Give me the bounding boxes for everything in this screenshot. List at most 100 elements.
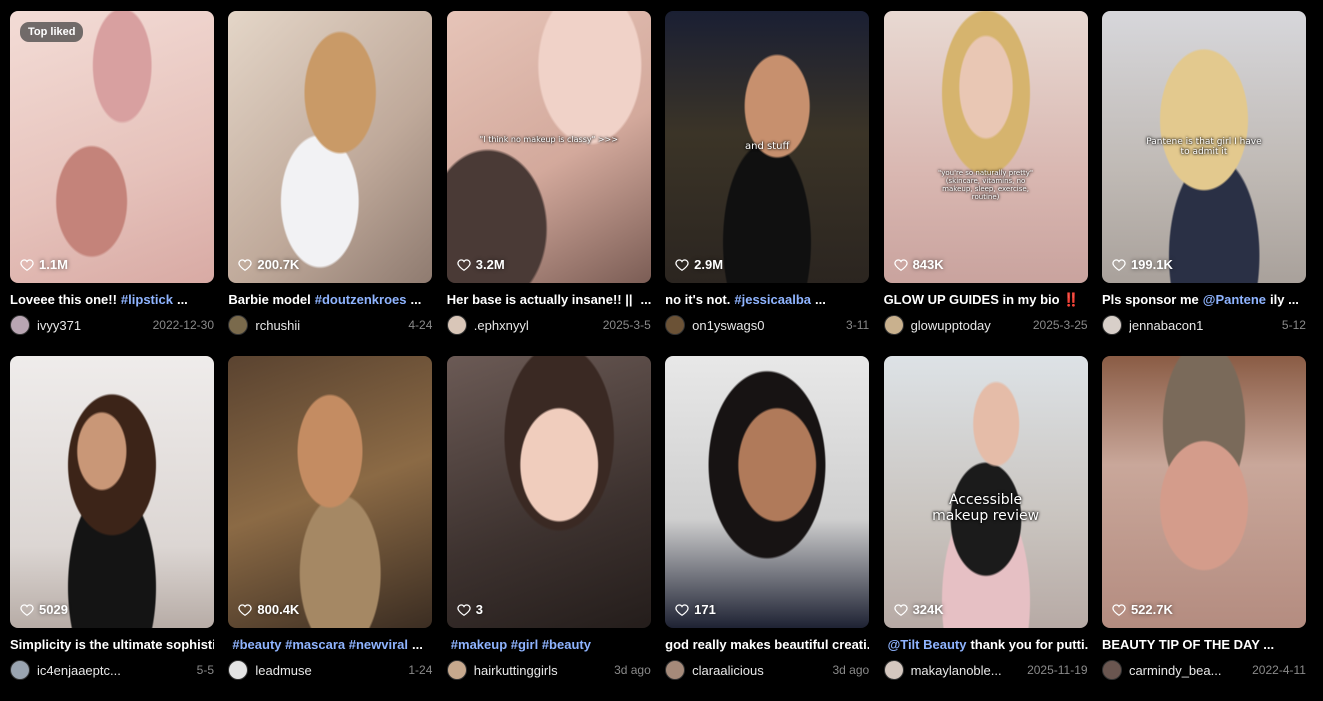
heart-icon <box>675 258 689 272</box>
post-date: 5-12 <box>1282 318 1306 332</box>
video-overlay-text: "I think no makeup is classy" >>> <box>457 135 641 144</box>
video-thumbnail[interactable]: 800.4K <box>228 356 432 628</box>
caption-suffix: ... <box>815 291 826 308</box>
like-count-value: 199.1K <box>1131 257 1173 272</box>
avatar[interactable] <box>665 315 685 335</box>
username[interactable]: carmindy_bea... <box>1129 663 1246 678</box>
like-count-value: 2.9M <box>694 257 723 272</box>
video-caption[interactable]: Simplicity is the ultimate sophisti... <box>10 636 214 653</box>
avatar[interactable] <box>228 660 248 680</box>
like-count: 1.1M <box>20 257 68 272</box>
username[interactable]: glowupptoday <box>911 318 1027 333</box>
video-card[interactable]: Top liked 1.1M Loveee this one!!#lipstic… <box>10 11 214 356</box>
caption-hashtag[interactable]: #doutzenkroes <box>315 291 407 308</box>
caption-suffix: ... <box>412 636 423 653</box>
video-card[interactable]: 5029 Simplicity is the ultimate sophisti… <box>10 356 214 701</box>
video-overlay-text: "you're so naturally pretty" (skincare, … <box>894 169 1078 201</box>
video-caption[interactable]: #beauty #mascara #newviral... <box>228 636 432 653</box>
username[interactable]: on1yswags0 <box>692 318 840 333</box>
like-count: 5029 <box>20 602 68 617</box>
avatar[interactable] <box>447 660 467 680</box>
avatar[interactable] <box>10 660 30 680</box>
video-overlay-text: and stuff <box>675 141 859 152</box>
caption-hashtag[interactable]: @Pantene <box>1203 291 1266 308</box>
username[interactable]: hairkuttinggirls <box>474 663 608 678</box>
avatar[interactable] <box>1102 315 1122 335</box>
heart-icon <box>675 603 689 617</box>
video-thumbnail[interactable]: 3 <box>447 356 651 628</box>
video-card[interactable]: and stuff 2.9M no it's not.#jessicaalba.… <box>665 11 869 356</box>
avatar[interactable] <box>10 315 30 335</box>
video-thumbnail[interactable]: and stuff 2.9M <box>665 11 869 283</box>
video-thumbnail[interactable]: 522.7K <box>1102 356 1306 628</box>
video-caption[interactable]: GLOW UP GUIDES in my bio ‼️... <box>884 291 1088 308</box>
avatar[interactable] <box>1102 660 1122 680</box>
caption-suffix: ... <box>641 291 651 308</box>
caption-text: no it's not. <box>665 291 730 308</box>
username[interactable]: claraalicious <box>692 663 826 678</box>
video-card[interactable]: Accessible makeup review 324K @Tilt Beau… <box>884 356 1088 701</box>
video-card[interactable]: 800.4K #beauty #mascara #newviral... lea… <box>228 356 432 701</box>
video-overlay-text: Pantene is that girl I have to admit it <box>1112 137 1296 157</box>
caption-hashtag[interactable]: #makeup #girl #beauty <box>451 636 591 653</box>
video-card[interactable]: Pantene is that girl I have to admit it … <box>1102 11 1306 356</box>
caption-text: Her base is actually insane!! || <box>447 291 633 308</box>
username[interactable]: ivyy371 <box>37 318 147 333</box>
video-thumbnail[interactable]: 171 <box>665 356 869 628</box>
video-thumbnail[interactable]: 200.7K <box>228 11 432 283</box>
like-count: 324K <box>894 602 944 617</box>
like-count-value: 171 <box>694 602 716 617</box>
video-caption[interactable]: Pls sponsor me@Panteneily ... <box>1102 291 1306 308</box>
post-date: 3d ago <box>832 663 869 677</box>
video-card[interactable]: 200.7K Barbie model#doutzenkroes... rchu… <box>228 11 432 356</box>
like-count-value: 1.1M <box>39 257 68 272</box>
caption-text: Loveee this one!! <box>10 291 117 308</box>
username[interactable]: ic4enjaaeptc... <box>37 663 191 678</box>
username[interactable]: rchushii <box>255 318 402 333</box>
video-caption[interactable]: Her base is actually insane!! ||... <box>447 291 651 308</box>
video-thumbnail[interactable]: Top liked 1.1M <box>10 11 214 283</box>
avatar[interactable] <box>884 660 904 680</box>
avatar[interactable] <box>884 315 904 335</box>
like-count-value: 200.7K <box>257 257 299 272</box>
video-card[interactable]: "I think no makeup is classy" >>> 3.2M H… <box>447 11 651 356</box>
like-count-value: 3.2M <box>476 257 505 272</box>
video-thumbnail[interactable]: Pantene is that girl I have to admit it … <box>1102 11 1306 283</box>
like-count-value: 5029 <box>39 602 68 617</box>
video-card[interactable]: 522.7K BEAUTY TIP OF THE DAY ... carmind… <box>1102 356 1306 701</box>
video-caption[interactable]: no it's not.#jessicaalba... <box>665 291 869 308</box>
avatar[interactable] <box>447 315 467 335</box>
caption-hashtag[interactable]: #lipstick <box>121 291 173 308</box>
video-thumbnail[interactable]: "I think no makeup is classy" >>> 3.2M <box>447 11 651 283</box>
video-card[interactable]: "you're so naturally pretty" (skincare, … <box>884 11 1088 356</box>
video-card[interactable]: 3 #makeup #girl #beauty hairkuttinggirls… <box>447 356 651 701</box>
like-count: 199.1K <box>1112 257 1173 272</box>
heart-icon <box>20 603 34 617</box>
video-thumbnail[interactable]: Accessible makeup review 324K <box>884 356 1088 628</box>
username[interactable]: leadmuse <box>255 663 402 678</box>
username[interactable]: .ephxnyyl <box>474 318 597 333</box>
video-caption[interactable]: BEAUTY TIP OF THE DAY ... <box>1102 636 1306 653</box>
avatar[interactable] <box>228 315 248 335</box>
video-caption[interactable]: Barbie model#doutzenkroes... <box>228 291 432 308</box>
caption-hashtag[interactable]: #jessicaalba <box>734 291 811 308</box>
heart-icon <box>894 603 908 617</box>
like-count: 3 <box>457 602 483 617</box>
username[interactable]: makaylanoble... <box>911 663 1022 678</box>
video-caption[interactable]: Loveee this one!!#lipstick... <box>10 291 214 308</box>
caption-hashtag[interactable]: #beauty #mascara #newviral <box>232 636 408 653</box>
video-caption[interactable]: @Tilt Beautythank you for putti... <box>884 636 1088 653</box>
avatar[interactable] <box>665 660 685 680</box>
post-date: 1-24 <box>408 663 432 677</box>
video-thumbnail[interactable]: 5029 <box>10 356 214 628</box>
like-count-value: 3 <box>476 602 483 617</box>
video-caption[interactable]: #makeup #girl #beauty <box>447 636 651 653</box>
username[interactable]: jennabacon1 <box>1129 318 1276 333</box>
heart-icon <box>457 258 471 272</box>
video-thumbnail[interactable]: "you're so naturally pretty" (skincare, … <box>884 11 1088 283</box>
post-date: 2022-4-11 <box>1252 663 1306 677</box>
caption-suffix: ily ... <box>1270 291 1299 308</box>
caption-hashtag[interactable]: @Tilt Beauty <box>888 636 967 653</box>
video-card[interactable]: 171 god really makes beautiful creati...… <box>665 356 869 701</box>
video-caption[interactable]: god really makes beautiful creati... <box>665 636 869 653</box>
